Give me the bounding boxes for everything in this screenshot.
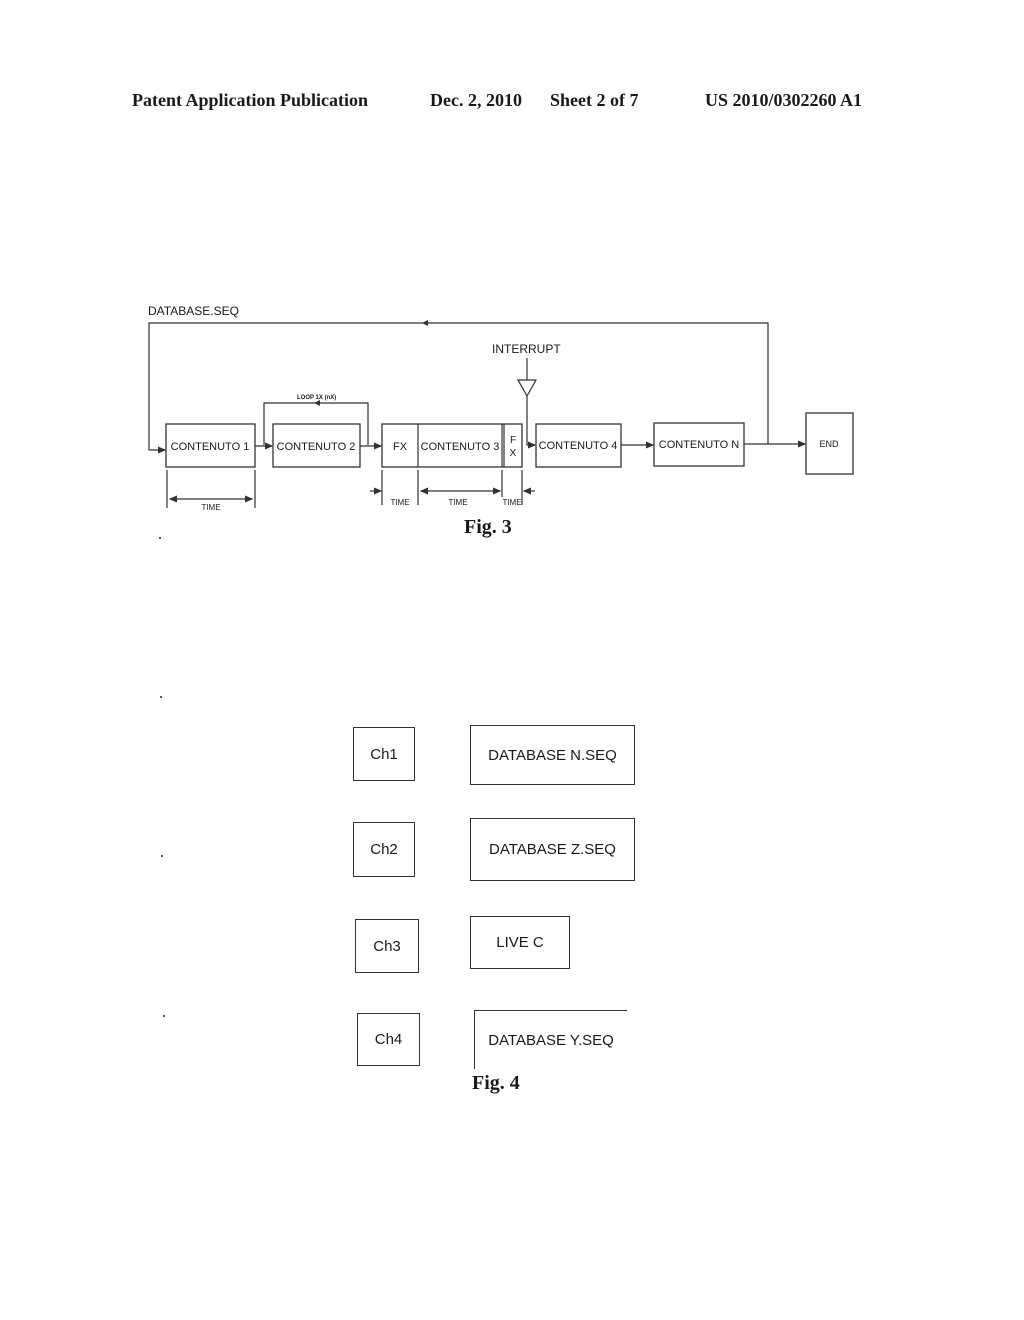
block-fx-in-label: FX (393, 441, 408, 453)
channel-label: Ch1 (370, 745, 398, 763)
time-label-3: TIME (448, 498, 467, 507)
time-label-2: TIME (390, 498, 409, 507)
interrupt-arrow (526, 396, 537, 449)
source-label: LIVE C (496, 934, 544, 951)
loop-label: LOOP 1X (nX) (297, 395, 336, 401)
channel-box-4: Ch4 (357, 1013, 420, 1066)
database-seq-label: DATABASE.SEQ (148, 304, 239, 318)
channel-label: Ch3 (373, 937, 401, 955)
source-label: DATABASE N.SEQ (488, 746, 617, 764)
source-box-3: LIVE C (470, 916, 570, 969)
time-label-1: TIME (201, 503, 220, 512)
block-contenuto-n-label: CONTENUTO N (659, 439, 740, 451)
channel-label: Ch2 (370, 841, 398, 858)
time-label-4: TIME (502, 498, 521, 507)
scan-speck (163, 1015, 165, 1017)
source-box-2: DATABASE Z.SEQ (470, 818, 635, 881)
block-fx-out-x: X (510, 448, 517, 459)
fig3-diagram: DATABASE.SEQ INTERRUPT LOOP 1X (nX) CONT… (148, 304, 854, 512)
block-fx-out-f: F (510, 435, 516, 446)
interrupt-label: INTERRUPT (492, 342, 561, 356)
channel-box-2: Ch2 (353, 822, 415, 877)
source-box-1: DATABASE N.SEQ (470, 725, 635, 785)
block-contenuto-3-label: CONTENUTO 3 (421, 441, 500, 453)
channel-label: Ch4 (374, 1031, 403, 1048)
interrupt-triangle-icon (516, 379, 538, 398)
scan-speck (159, 537, 161, 539)
block-contenuto-2-label: CONTENUTO 2 (277, 441, 356, 453)
fig3-caption: Fig. 3 (464, 516, 512, 538)
block-contenuto-1-label: CONTENUTO 1 (171, 441, 250, 453)
channel-box-3: Ch3 (355, 919, 419, 973)
block-contenuto-4-label: CONTENUTO 4 (539, 440, 618, 452)
fig4-caption: Fig. 4 (472, 1072, 520, 1094)
source-label: DATABASE Y.SEQ (488, 1031, 614, 1049)
block-end-label: END (819, 439, 839, 449)
scan-speck (161, 855, 163, 857)
source-box-4: DATABASE Y.SEQ (474, 1010, 627, 1069)
feedback-arrowhead (422, 320, 428, 326)
channel-box-1: Ch1 (353, 727, 415, 781)
scan-speck (160, 696, 162, 698)
source-label: DATABASE Z.SEQ (489, 841, 616, 858)
